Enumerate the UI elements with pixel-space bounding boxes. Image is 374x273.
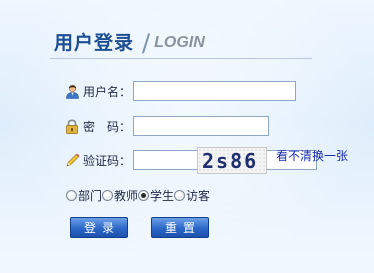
role-label-visitor: 访客	[186, 188, 211, 203]
title-english: LOGIN	[154, 34, 205, 51]
role-selector: 部门 教师 学生 访客	[66, 185, 210, 205]
role-option-dept[interactable]: 部门	[66, 187, 102, 204]
captcha-text: 2s86	[202, 149, 259, 173]
username-row: 用户名：	[64, 80, 297, 102]
title-separator: /	[142, 29, 151, 57]
title-chinese: 用户登录	[54, 32, 135, 54]
radio-dept[interactable]	[66, 189, 77, 201]
username-label: 用户名：	[83, 84, 132, 99]
username-input[interactable]	[133, 81, 297, 101]
action-buttons: 登录 重置	[70, 217, 209, 238]
reset-button[interactable]: 重置	[151, 217, 209, 238]
title-divider	[50, 58, 312, 59]
login-panel: 用户登录 / LOGIN 用户名： 密 码： 验证码： 2s86 看不清换一张 …	[0, 0, 374, 273]
role-label-teacher: 教师	[114, 188, 139, 203]
captcha-label: 验证码：	[83, 153, 132, 168]
role-option-visitor[interactable]: 访客	[174, 187, 210, 204]
user-icon	[64, 83, 80, 99]
radio-visitor[interactable]	[174, 189, 186, 201]
page-title: 用户登录 / LOGIN	[54, 25, 205, 55]
lock-icon	[64, 118, 80, 134]
role-option-teacher[interactable]: 教师	[102, 187, 138, 204]
role-option-student[interactable]: 学生	[138, 187, 174, 204]
role-label-dept: 部门	[78, 188, 103, 203]
login-button[interactable]: 登录	[70, 217, 128, 238]
radio-teacher[interactable]	[102, 189, 114, 201]
radio-student[interactable]	[138, 189, 150, 201]
refresh-captcha-link[interactable]: 看不清换一张	[276, 147, 348, 164]
password-input[interactable]	[133, 116, 270, 136]
password-row: 密 码：	[64, 115, 270, 137]
captcha-image[interactable]: 2s86	[197, 147, 267, 174]
password-label: 密 码：	[83, 119, 132, 134]
pencil-icon	[64, 152, 80, 168]
role-label-student: 学生	[150, 188, 175, 203]
